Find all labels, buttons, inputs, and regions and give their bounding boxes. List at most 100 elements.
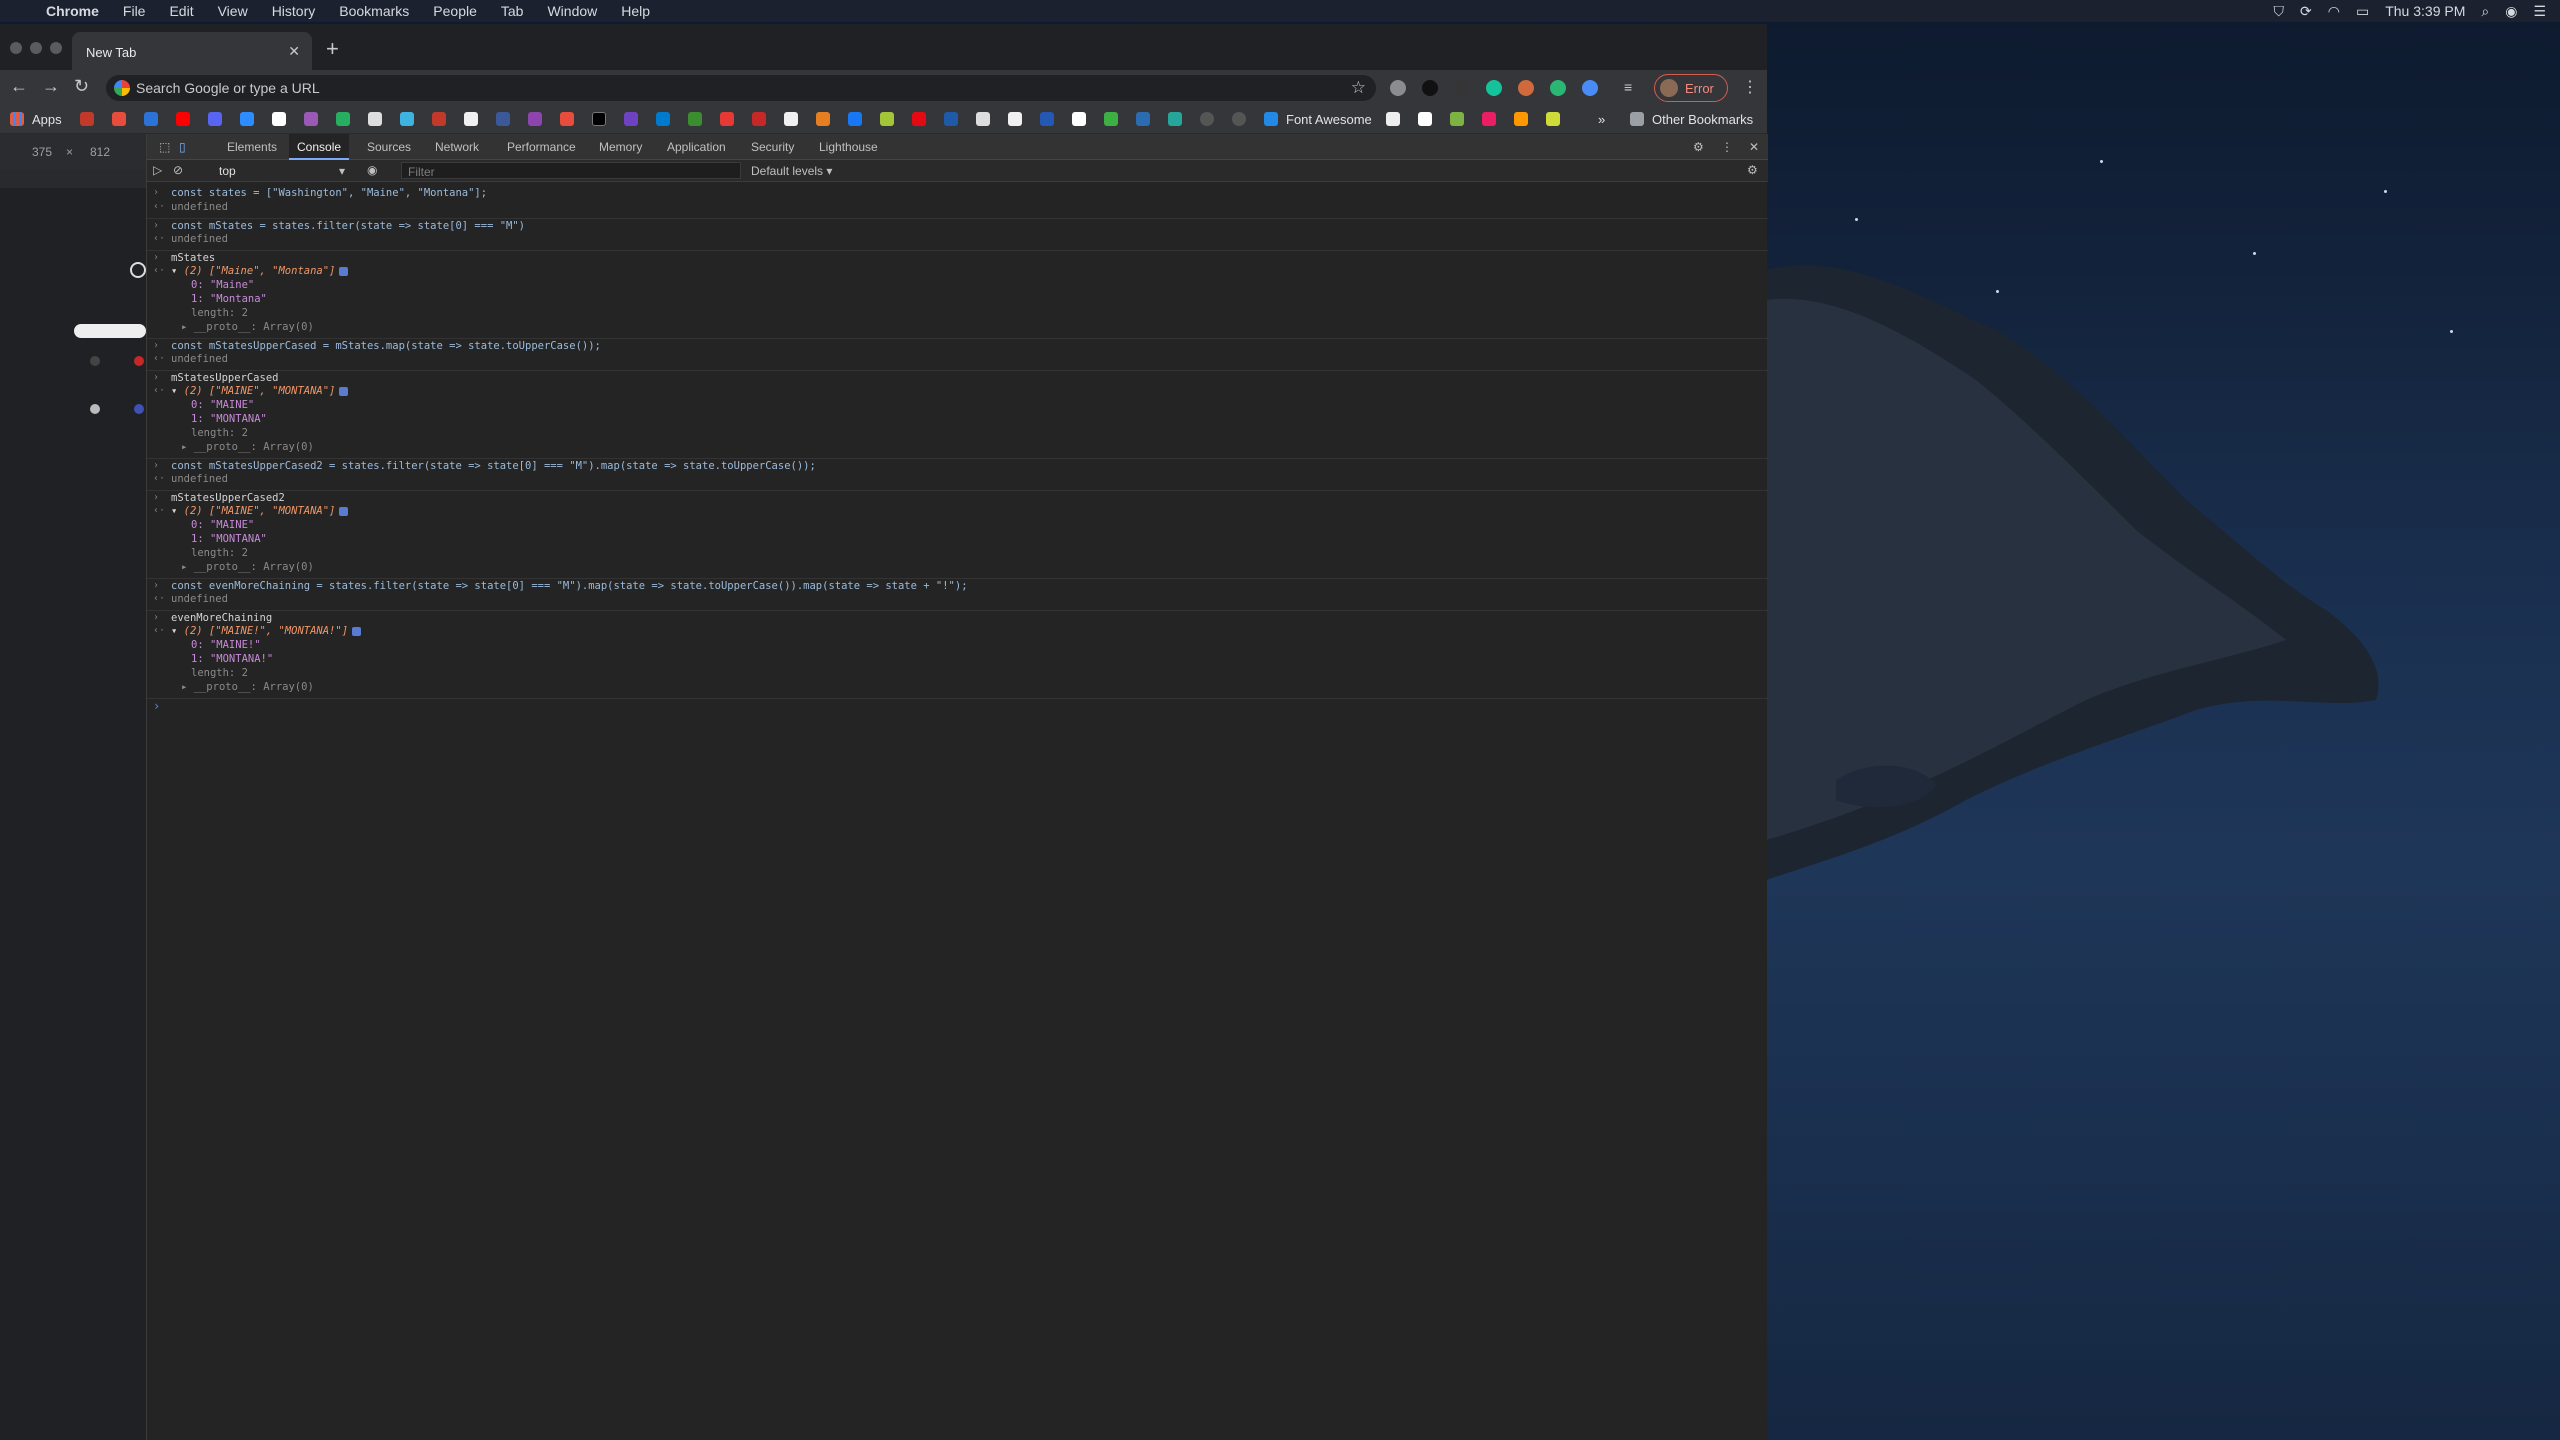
bookmark-icon[interactable] (816, 112, 830, 126)
bookmark-icon[interactable] (752, 112, 766, 126)
bookmark-icon[interactable] (1418, 112, 1432, 126)
bookmark-icon[interactable] (880, 112, 894, 126)
proto-toggle[interactable]: ▸ __proto__: Array(0) (147, 680, 1768, 694)
menu-list-icon[interactable]: ☰ (2533, 3, 2546, 20)
shortcut-icon[interactable] (90, 356, 100, 366)
vue-icon[interactable] (304, 112, 318, 126)
console-input-line[interactable]: › evenMoreChaining (147, 610, 1768, 624)
bookmark-apps[interactable]: Apps (32, 112, 62, 127)
shortcut-icon[interactable] (134, 404, 144, 414)
bookmark-icon[interactable] (1546, 112, 1560, 126)
console-input-line[interactable]: › mStates (147, 250, 1768, 264)
bookmark-icon[interactable] (944, 112, 958, 126)
minimize-window-button[interactable] (30, 42, 42, 54)
console-input-line[interactable]: › mStatesUpperCased2 (147, 490, 1768, 504)
firefox-like-icon[interactable] (1518, 80, 1534, 96)
blue-extension-icon[interactable] (1582, 80, 1598, 96)
bookmark-icon[interactable] (1482, 112, 1496, 126)
console-input-line[interactable]: › const mStates = states.filter(state => … (147, 218, 1768, 232)
wifi-icon[interactable]: ◠ (2328, 3, 2340, 20)
bookmark-icon[interactable] (528, 112, 542, 126)
battery-icon[interactable]: ▭ (2356, 3, 2369, 20)
bookmark-icon[interactable] (688, 112, 702, 126)
reload-icon[interactable]: ↻ (74, 76, 89, 97)
grammarly-icon[interactable] (1486, 80, 1502, 96)
device-height[interactable]: 812 (90, 145, 110, 159)
clock[interactable]: Thu 3:39 PM (2385, 3, 2465, 19)
back-icon[interactable]: ← (10, 76, 28, 97)
tab-memory[interactable]: Memory (591, 134, 650, 160)
tab-lighthouse[interactable]: Lighthouse (811, 134, 886, 160)
sync-icon[interactable]: ⟳ (2300, 3, 2312, 20)
menu-history[interactable]: History (260, 0, 328, 22)
tab-sources[interactable]: Sources (359, 134, 419, 160)
console-prompt-input[interactable]: › (147, 698, 1768, 713)
bookmark-icon[interactable] (1168, 112, 1182, 126)
console-input-line[interactable]: › const evenMoreChaining = states.filter(… (147, 578, 1768, 592)
zoom-icon[interactable] (240, 112, 254, 126)
array-expand-toggle[interactable]: ‹· ▾ (2) ["MAINE", "MONTANA"] (147, 384, 1768, 398)
bookmark-icon[interactable] (624, 112, 638, 126)
bookmark-icon[interactable] (848, 112, 862, 126)
gmail-icon[interactable] (112, 112, 126, 126)
menu-people[interactable]: People (421, 0, 489, 22)
address-bar[interactable]: Search Google or type a URL ☆ (106, 75, 1376, 101)
menu-view[interactable]: View (206, 0, 260, 22)
font-awesome-icon[interactable] (1264, 112, 1278, 126)
bookmark-icon[interactable] (1450, 112, 1464, 126)
menu-chrome[interactable]: Chrome (34, 0, 111, 22)
console-input-line[interactable]: › const mStatesUpperCased2 = states.filte… (147, 458, 1768, 472)
log-levels-select[interactable]: Default levels ▾ (751, 164, 832, 178)
zoom-window-button[interactable] (50, 42, 62, 54)
device-toggle-icon[interactable]: ▯ (171, 134, 194, 160)
tab-elements[interactable]: Elements (219, 134, 285, 160)
bookmark-icon[interactable] (432, 112, 446, 126)
extension-icon[interactable] (1454, 80, 1470, 96)
console-input-line[interactable]: › mStatesUpperCased (147, 370, 1768, 384)
facebook-icon[interactable] (496, 112, 510, 126)
bookmark-star-icon[interactable]: ☆ (1351, 78, 1366, 98)
profile-error-button[interactable]: Error (1654, 74, 1728, 102)
menu-edit[interactable]: Edit (157, 0, 205, 22)
spotlight-icon[interactable]: ⌕ (2481, 3, 2489, 20)
tab-security[interactable]: Security (743, 134, 802, 160)
bookmark-icon[interactable] (560, 112, 574, 126)
tab-console[interactable]: Console (289, 134, 350, 160)
close-window-button[interactable] (10, 42, 22, 54)
bookmark-icon[interactable] (1104, 112, 1118, 126)
bookmark-icon[interactable] (208, 112, 222, 126)
console-filter-input[interactable]: Filter (401, 162, 741, 179)
bookmarks-overflow-icon[interactable]: » (1598, 112, 1605, 127)
new-tab-button[interactable]: + (326, 36, 339, 62)
shortcut-icon[interactable] (134, 356, 144, 366)
tab-performance[interactable]: Performance (499, 134, 584, 160)
settings-gear-icon[interactable]: ⚙ (1685, 134, 1712, 160)
green-extension-icon[interactable] (1550, 80, 1566, 96)
bookmark-icon[interactable] (400, 112, 414, 126)
menu-window[interactable]: Window (535, 0, 609, 22)
bookmark-other[interactable]: Other Bookmarks (1652, 112, 1753, 127)
user-icon[interactable]: ◉ (2505, 3, 2517, 20)
proto-toggle[interactable]: ▸ __proto__: Array(0) (147, 320, 1768, 334)
bookmark-icon[interactable] (1040, 112, 1054, 126)
forward-icon[interactable]: → (42, 76, 60, 97)
console-settings-gear-icon[interactable]: ⚙ (1747, 163, 1758, 177)
bookmark-font-awesome[interactable]: Font Awesome (1286, 112, 1372, 127)
github-icon[interactable] (464, 112, 478, 126)
shield-icon[interactable]: ⛉ (2274, 3, 2285, 20)
bookmark-icon[interactable] (976, 112, 990, 126)
bookmark-icon[interactable] (1232, 112, 1246, 126)
tab-application[interactable]: Application (659, 134, 734, 160)
medium-icon[interactable] (1008, 112, 1022, 126)
bookmark-icon[interactable] (80, 112, 94, 126)
array-expand-toggle[interactable]: ‹· ▾ (2) ["Maine", "Montana"] (147, 264, 1768, 278)
devtools-menu-icon[interactable]: ⋮ (1713, 134, 1741, 160)
medium-icon[interactable] (784, 112, 798, 126)
array-expand-toggle[interactable]: ‹· ▾ (2) ["MAINE", "MONTANA"] (147, 504, 1768, 518)
bookmark-icon[interactable] (1136, 112, 1150, 126)
tab-network[interactable]: Network (427, 134, 487, 160)
console-input-line[interactable]: › const mStatesUpperCased = mStates.map(s… (147, 338, 1768, 352)
proto-toggle[interactable]: ▸ __proto__: Array(0) (147, 440, 1768, 454)
camera-extension-icon[interactable] (1390, 80, 1406, 96)
apps-grid-icon[interactable] (10, 112, 24, 126)
